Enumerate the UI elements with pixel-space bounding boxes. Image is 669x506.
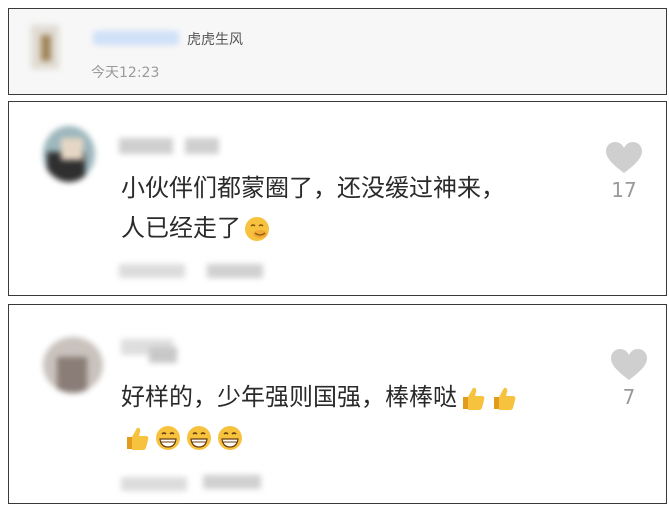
comment-line: 小伙伴们都蒙圈了，还没缓过神来， <box>121 174 505 202</box>
like-count: 17 <box>611 178 637 202</box>
header-card: 虎虎生风 今天12:23 <box>8 8 667 95</box>
comment-line-2 <box>121 417 519 457</box>
post-title: 虎虎生风 <box>187 32 243 48</box>
reply-button-blurred[interactable] <box>207 264 263 278</box>
avatar[interactable] <box>25 25 65 69</box>
username-blurred[interactable] <box>149 347 177 363</box>
grin-emoji-icon <box>156 426 180 450</box>
avatar[interactable] <box>43 126 95 182</box>
grin-emoji-icon <box>218 426 242 450</box>
comment-text: 小伙伴们都蒙圈了，还没缓过神来， 人已经走了 <box>121 168 505 248</box>
username-blurred[interactable] <box>93 31 179 45</box>
comment-line: 好样的，少年强则国强，棒棒哒 <box>121 377 519 417</box>
face-emoji-icon <box>245 217 269 241</box>
heart-icon <box>611 349 647 380</box>
reply-button-blurred[interactable] <box>203 475 261 489</box>
grin-emoji-icon <box>187 426 211 450</box>
timestamp: 今天12:23 <box>91 65 160 81</box>
comment-line-text: 好样的，少年强则国强，棒棒哒 <box>121 383 457 411</box>
comment-line-text: 人已经走了 <box>121 214 241 242</box>
comment-meta-blurred <box>121 477 187 491</box>
comment-meta-blurred <box>119 264 185 278</box>
comment-line-2: 人已经走了 <box>121 208 505 248</box>
thumbs-up-emoji-icon <box>463 387 485 410</box>
like-count: 7 <box>622 385 636 409</box>
thumbs-up-emoji-icon <box>494 387 516 410</box>
comment-card: 好样的，少年强则国强，棒棒哒 7 <box>8 304 667 504</box>
comment-card: 小伙伴们都蒙圈了，还没缓过神来， 人已经走了 17 <box>8 101 667 296</box>
avatar[interactable] <box>43 337 103 393</box>
username-blurred[interactable] <box>185 138 219 154</box>
heart-icon <box>606 142 642 173</box>
like-button[interactable]: 17 <box>594 142 654 202</box>
comment-text: 好样的，少年强则国强，棒棒哒 <box>121 377 519 457</box>
like-button[interactable]: 7 <box>599 349 659 409</box>
thumbs-up-emoji-icon <box>127 427 149 450</box>
username-blurred[interactable] <box>119 138 173 154</box>
